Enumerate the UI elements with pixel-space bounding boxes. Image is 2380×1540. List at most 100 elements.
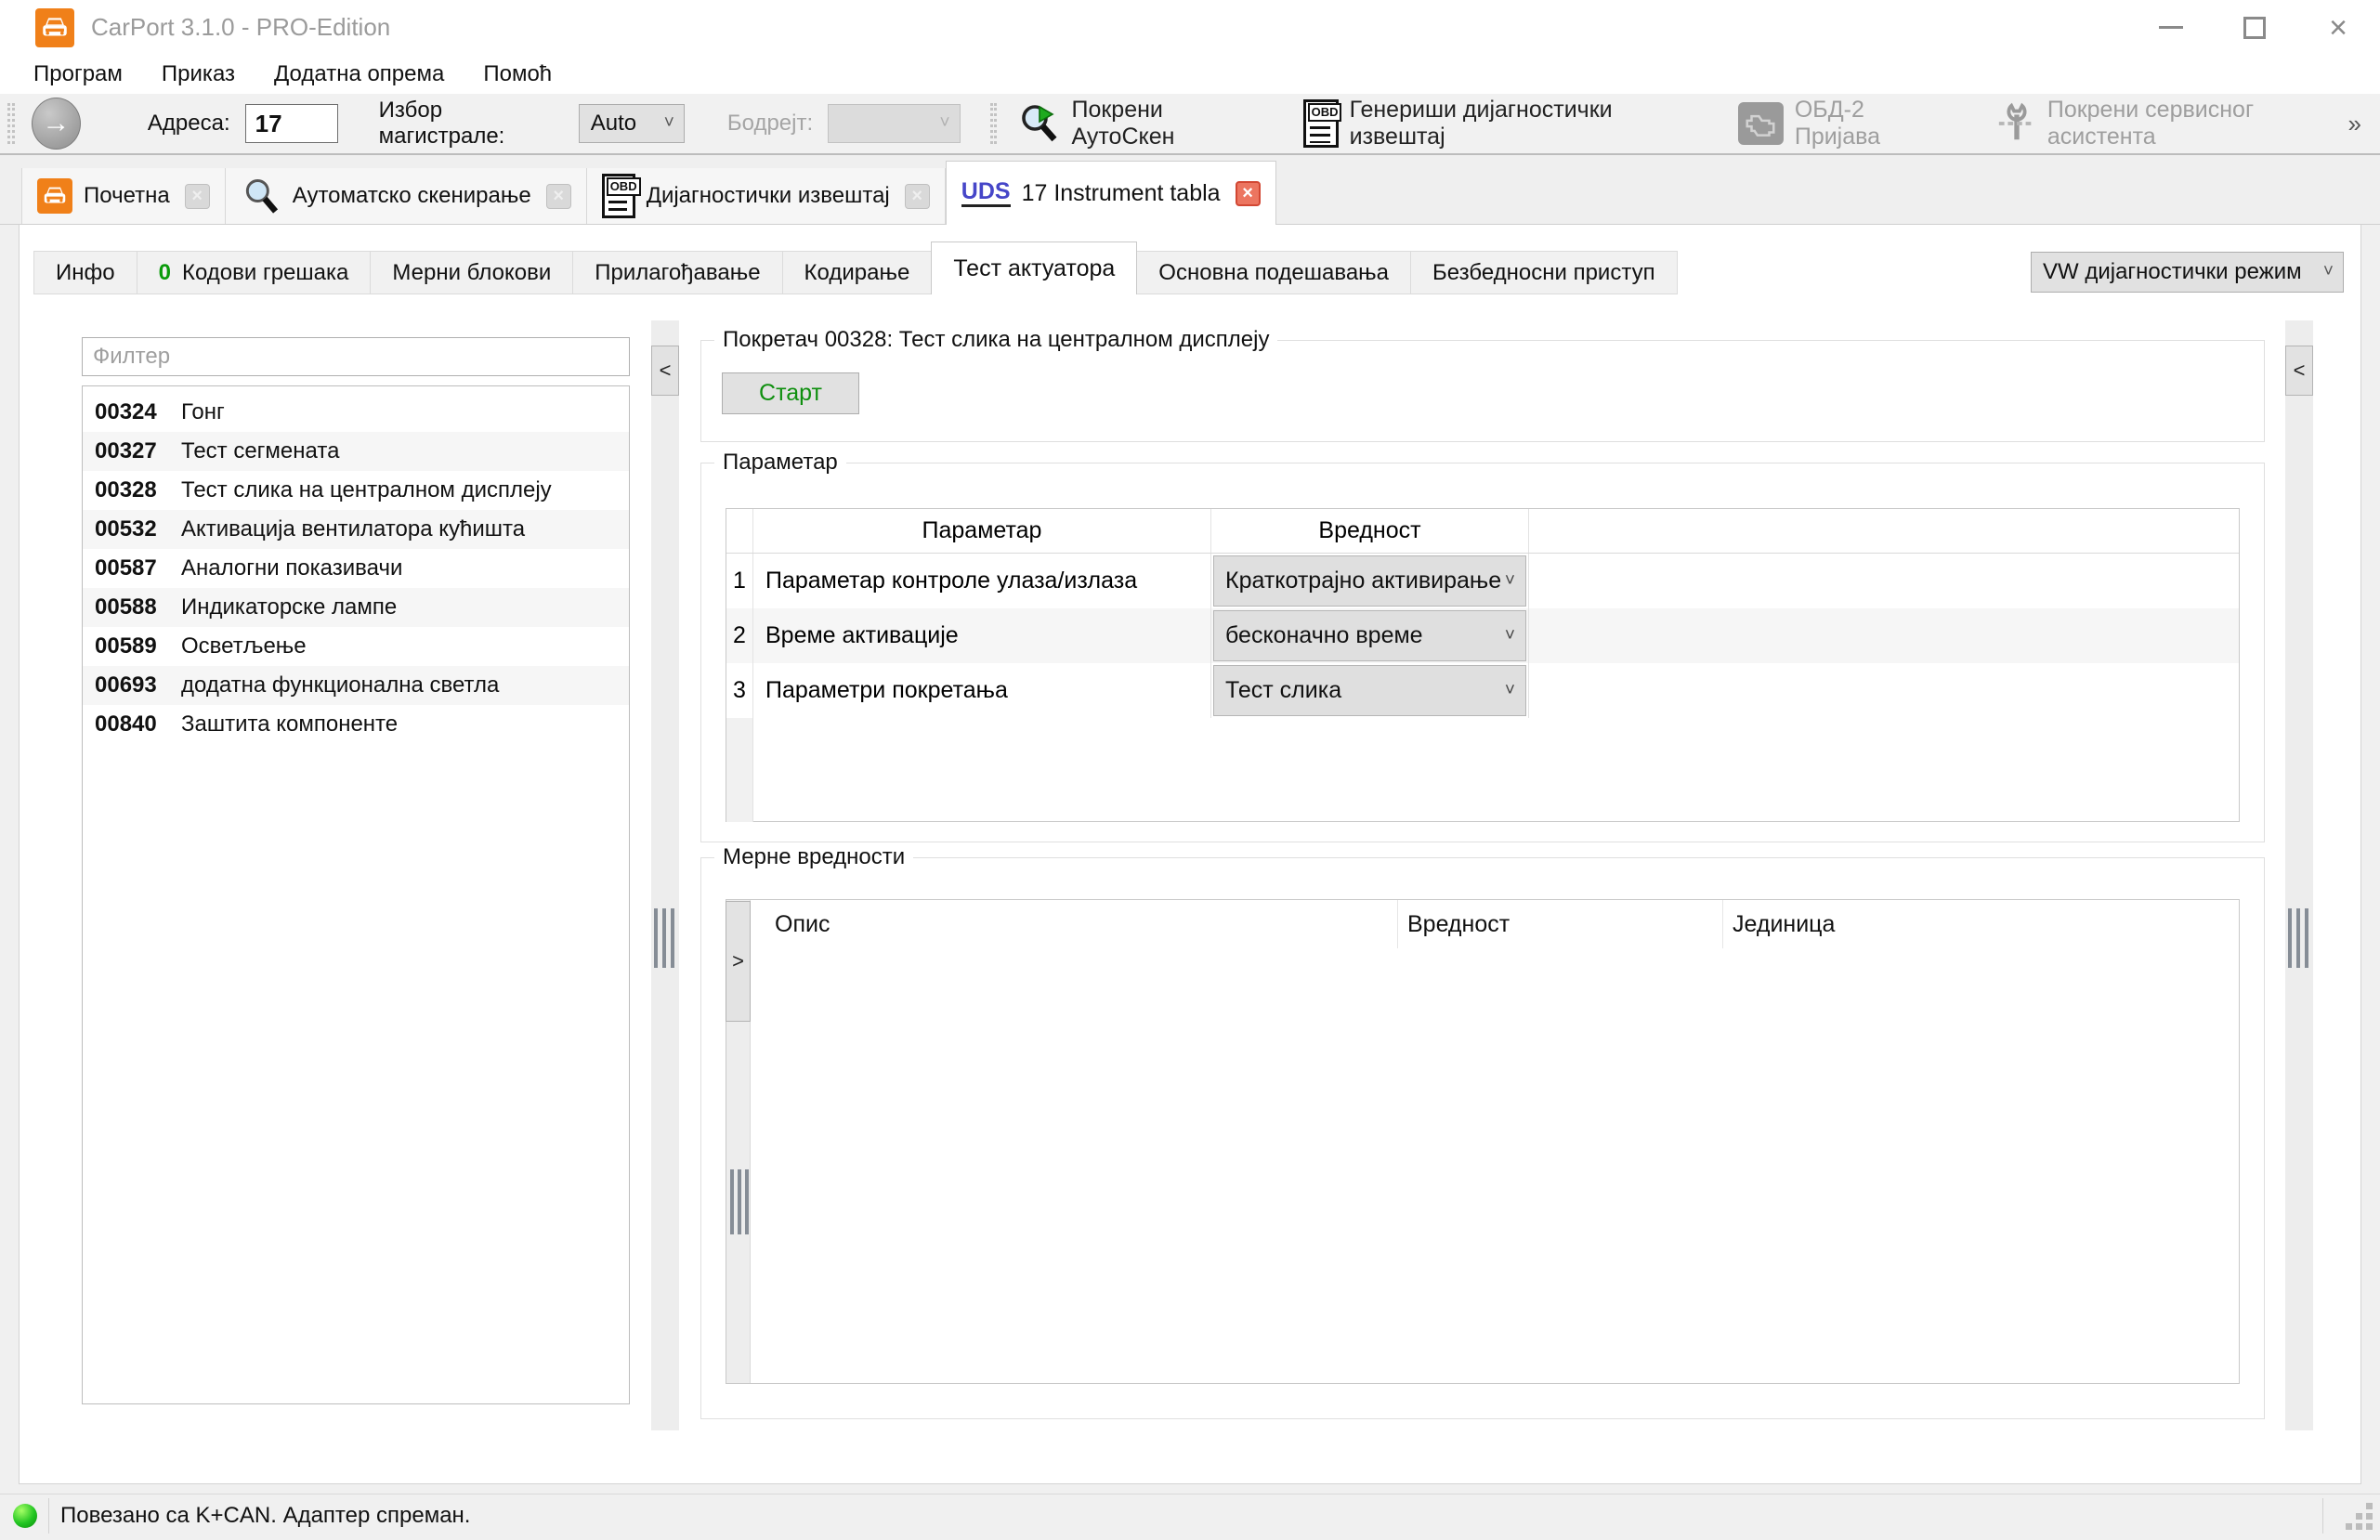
report-label: Генериши дијагностички извештај: [1349, 97, 1613, 150]
actuator-group: Покретач 00328: Тест слика на централном…: [700, 327, 2265, 442]
bus-select-value: Auto: [590, 111, 637, 136]
minimize-button[interactable]: [2129, 0, 2213, 55]
list-item[interactable]: 00840 Заштита компоненте: [83, 705, 629, 744]
bus-select[interactable]: Auto ˅: [578, 104, 685, 143]
list-item[interactable]: 00587 Аналогни показивачи: [83, 549, 629, 588]
baudrate-label: Бодрејт:: [726, 111, 814, 136]
arrow-right-icon: →: [42, 108, 71, 138]
tab-close-icon-active[interactable]: ×: [1235, 180, 1261, 206]
measurements-group-title: Мерне вредности: [714, 844, 914, 870]
bus-select-label: Избор магистрале:: [378, 98, 505, 149]
title-bar: CarPort 3.1.0 - PRO-Edition ×: [0, 0, 2380, 55]
column-parameter: Параметар: [753, 509, 1211, 553]
menu-program[interactable]: Програм: [14, 61, 142, 87]
param-value-select-2[interactable]: бесконачно време ˅: [1213, 610, 1526, 661]
app-logo-car-icon: [35, 7, 74, 47]
expand-button[interactable]: >: [726, 901, 751, 1022]
tab-close-icon[interactable]: ×: [184, 183, 210, 209]
tab-measuring-blocks[interactable]: Мерни блокови: [370, 251, 574, 294]
autoscan-label: Покрени АутоСкен: [1071, 97, 1175, 150]
tab-security-access[interactable]: Безбедносни приступ: [1410, 251, 1678, 294]
list-item[interactable]: 00589 Осветљење: [83, 627, 629, 666]
tab-autoscan-label: Аутоматско скенирање: [292, 183, 531, 208]
obd-report-icon: OBD: [601, 174, 641, 218]
toolbar-grip[interactable]: [7, 103, 15, 144]
column-description: Опис: [751, 900, 1398, 948]
engine-icon: [1737, 102, 1784, 145]
tab-close-icon[interactable]: ×: [545, 183, 571, 209]
menu-help[interactable]: Помоћ: [464, 61, 571, 87]
chevron-down-icon: ˅: [1504, 625, 1515, 646]
start-button[interactable]: Старт: [722, 372, 859, 414]
list-item[interactable]: 00693 додатна функционална светла: [83, 666, 629, 705]
parameter-table: Параметар Вредност 1 Параметар контроле …: [726, 508, 2240, 822]
tab-close-icon[interactable]: ×: [904, 183, 930, 209]
main-content: Инфо 0 Кодови грешака Мерни блокови Прил…: [19, 225, 2361, 1484]
close-icon: ×: [2329, 9, 2347, 46]
obd2-login-button: ОБД-2 Пријава: [1737, 97, 1947, 150]
tab-uds-label: 17 Instrument tabla: [1021, 179, 1221, 206]
splitter-handle[interactable]: [2288, 908, 2308, 968]
tab-diagnostic-report[interactable]: OBD Дијагностички извештај ×: [586, 168, 946, 224]
right-splitter[interactable]: <: [2285, 320, 2313, 1430]
tab-report-label: Дијагностички извештај: [646, 183, 890, 208]
tab-uds-instrument[interactable]: UDS 17 Instrument tabla ×: [945, 161, 1276, 225]
diagnostic-mode-value: VW дијагностички режим: [2043, 259, 2302, 284]
document-tab-bar: Почетна × Аутоматско скенирање × OBD Диј…: [0, 155, 2380, 225]
service-label: Покрени сервисног асистента: [2047, 97, 2255, 150]
list-item[interactable]: 00588 Индикаторске лампе: [83, 588, 629, 627]
left-splitter[interactable]: <: [651, 320, 679, 1430]
menu-view[interactable]: Приказ: [142, 61, 255, 87]
obd-report-icon: OBD: [1302, 99, 1342, 148]
splitter-handle[interactable]: [730, 1169, 749, 1234]
param-value-select-3[interactable]: Тест слика ˅: [1213, 665, 1526, 716]
tab-info[interactable]: Инфо: [33, 251, 137, 294]
statusbar-separator: [2322, 1498, 2323, 1533]
tab-coding[interactable]: Кодирање: [781, 251, 933, 294]
go-button[interactable]: →: [31, 98, 81, 150]
service-assistant-button: Покрени сервисног асистента: [1995, 97, 2348, 150]
magnifier-play-icon: [1017, 101, 1062, 146]
resize-grip[interactable]: [2345, 1503, 2373, 1531]
splitter-handle[interactable]: [654, 908, 674, 968]
filter-input[interactable]: [82, 337, 630, 376]
toolbar-separator: [989, 103, 998, 144]
param-value-select-1[interactable]: Краткотрајно активирање ˅: [1213, 555, 1526, 607]
list-item[interactable]: 00327 Тест сегмената: [83, 432, 629, 471]
window-title: CarPort 3.1.0 - PRO-Edition: [91, 13, 391, 41]
tab-home[interactable]: Почетна ×: [21, 168, 226, 224]
chevron-down-icon: ˅: [1504, 570, 1515, 591]
tab-adaptation[interactable]: Прилагођавање: [572, 251, 783, 294]
diagnostic-report-button[interactable]: OBD Генериши дијагностички извештај: [1302, 97, 1693, 150]
tab-autoscan[interactable]: Аутоматско скенирање ×: [225, 168, 587, 224]
list-item[interactable]: 00532 Активација вентилатора кућишта: [83, 510, 629, 549]
chevron-down-icon: ˅: [1504, 680, 1515, 700]
diagnostic-mode-select[interactable]: VW дијагностички режим ˅: [2031, 252, 2344, 293]
module-tab-bar: Инфо 0 Кодови грешака Мерни блокови Прил…: [33, 241, 1678, 294]
car-icon: [37, 178, 72, 214]
collapse-left-button[interactable]: <: [651, 346, 679, 396]
connection-status-text: Повезано са K+CAN. Адаптер спреман.: [60, 1502, 471, 1528]
collapse-right-button[interactable]: <: [2285, 346, 2313, 396]
fault-count-badge: 0: [158, 259, 171, 285]
connection-led-icon: [13, 1503, 37, 1528]
tab-fault-codes[interactable]: 0 Кодови грешака: [136, 251, 372, 294]
obd2-label: ОБД-2 Пријава: [1794, 97, 1881, 150]
column-unit: Јединица: [1733, 910, 1836, 937]
tab-basic-settings[interactable]: Основна подешавања: [1136, 251, 1412, 294]
menu-accessories[interactable]: Додатна опрема: [255, 61, 464, 87]
parameter-table-header: Параметар Вредност: [726, 509, 2239, 554]
tab-actuator-test[interactable]: Тест актуатора: [931, 241, 1138, 294]
address-input[interactable]: [244, 104, 338, 143]
toolbar-overflow-icon[interactable]: »: [2348, 110, 2361, 138]
parameter-group-title: Параметар: [714, 450, 846, 476]
maximize-button[interactable]: [2213, 0, 2296, 55]
autoscan-button[interactable]: Покрени АутоСкен: [1017, 97, 1258, 150]
baudrate-select: ˅: [828, 104, 961, 143]
close-button[interactable]: ×: [2296, 0, 2380, 55]
list-item[interactable]: 00328 Тест слика на централном дисплеју: [83, 471, 629, 510]
column-value: Вредност: [1398, 900, 1723, 948]
list-item[interactable]: 00324 Гонг: [83, 393, 629, 432]
window-controls: ×: [2129, 0, 2380, 55]
chevron-down-icon: ˅: [2322, 262, 2334, 281]
